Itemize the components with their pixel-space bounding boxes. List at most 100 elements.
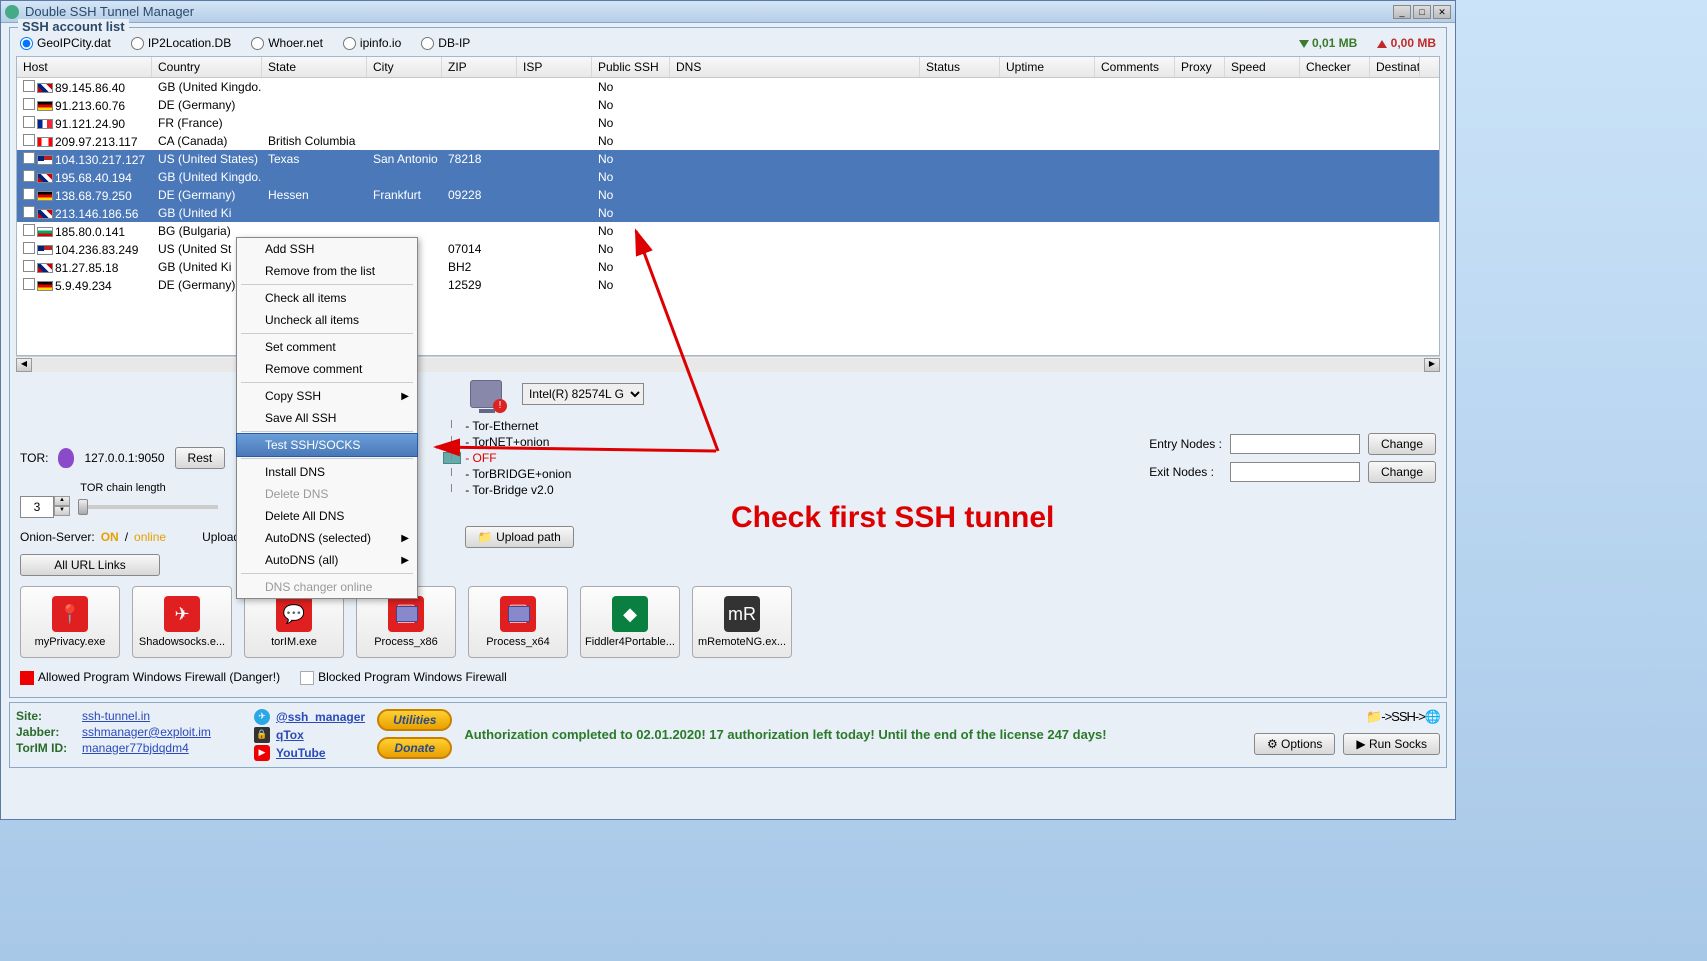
scroll-left-button[interactable]: ◀ bbox=[16, 358, 32, 372]
radio-dbip[interactable]: DB-IP bbox=[421, 36, 470, 50]
row-checkbox[interactable] bbox=[23, 278, 35, 290]
app-myprivacy-exe[interactable]: 📍myPrivacy.exe bbox=[20, 586, 120, 658]
menu-remove-comment[interactable]: Remove comment bbox=[237, 358, 417, 380]
app-process-x64[interactable]: 🖥Process_x64 bbox=[468, 586, 568, 658]
table-row[interactable]: 138.68.79.250DE (Germany)HessenFrankfurt… bbox=[17, 186, 1439, 204]
menu-save-all-ssh[interactable]: Save All SSH bbox=[237, 407, 417, 429]
radio-ipinfo[interactable]: ipinfo.io bbox=[343, 36, 401, 50]
tor-mode-off[interactable]: - OFF bbox=[445, 450, 625, 466]
torim-link[interactable]: manager77bjdqdm4 bbox=[82, 741, 242, 755]
menu-add-ssh[interactable]: Add SSH bbox=[237, 238, 417, 260]
row-checkbox[interactable] bbox=[23, 116, 35, 128]
row-checkbox[interactable] bbox=[23, 260, 35, 272]
column-comments[interactable]: Comments bbox=[1095, 57, 1175, 77]
column-proxy[interactable]: Proxy bbox=[1175, 57, 1225, 77]
chain-length-spinner[interactable]: ▲▼ bbox=[20, 496, 70, 518]
column-dns[interactable]: DNS bbox=[670, 57, 920, 77]
table-row[interactable]: 104.236.83.249US (United St07014No bbox=[17, 240, 1439, 258]
donate-button[interactable]: Donate bbox=[377, 737, 452, 759]
table-row[interactable]: 91.213.60.76DE (Germany)No bbox=[17, 96, 1439, 114]
close-button[interactable]: ✕ bbox=[1433, 5, 1451, 19]
tor-mode-list[interactable]: - Tor-Ethernet- TorNET+onion- OFF- TorBR… bbox=[445, 418, 625, 498]
tor-mode-tor-bridge-v2-0[interactable]: - Tor-Bridge v2.0 bbox=[445, 482, 625, 498]
column-status[interactable]: Status bbox=[920, 57, 1000, 77]
adapter-select[interactable]: Intel(R) 82574L G bbox=[522, 383, 644, 405]
column-city[interactable]: City bbox=[367, 57, 442, 77]
menu-copy-ssh[interactable]: Copy SSH▶ bbox=[237, 385, 417, 407]
row-checkbox[interactable] bbox=[23, 80, 35, 92]
jabber-link[interactable]: sshmanager@exploit.im bbox=[82, 725, 242, 739]
ssh-chain-icon: 📁->SSH->🌐 bbox=[1366, 709, 1440, 725]
app-fiddler4portable-[interactable]: ◆Fiddler4Portable... bbox=[580, 586, 680, 658]
column-country[interactable]: Country bbox=[152, 57, 262, 77]
menu-delete-all-dns[interactable]: Delete All DNS bbox=[237, 505, 417, 527]
chain-length-slider[interactable] bbox=[78, 505, 218, 509]
column-host[interactable]: Host bbox=[17, 57, 152, 77]
app-label: mRemoteNG.ex... bbox=[698, 636, 786, 648]
maximize-button[interactable]: □ bbox=[1413, 5, 1431, 19]
scroll-right-button[interactable]: ▶ bbox=[1424, 358, 1440, 372]
column-public-ssh[interactable]: Public SSH bbox=[592, 57, 670, 77]
options-button[interactable]: ⚙ Options bbox=[1254, 733, 1335, 755]
row-checkbox[interactable] bbox=[23, 170, 35, 182]
qtox-link[interactable]: qTox bbox=[276, 728, 304, 742]
table-row[interactable]: 209.97.213.117CA (Canada)British Columbi… bbox=[17, 132, 1439, 150]
flag-icon bbox=[37, 101, 53, 111]
table-row[interactable]: 81.27.85.18GB (United KiouthBH2No bbox=[17, 258, 1439, 276]
table-row[interactable]: 213.146.186.56GB (United KiNo bbox=[17, 204, 1439, 222]
row-checkbox[interactable] bbox=[23, 152, 35, 164]
column-state[interactable]: State bbox=[262, 57, 367, 77]
menu-remove-from-the-list[interactable]: Remove from the list bbox=[237, 260, 417, 282]
app-mremoteng-ex-[interactable]: mRmRemoteNG.ex... bbox=[692, 586, 792, 658]
tor-mode-torbridge-onion[interactable]: - TorBRIDGE+onion bbox=[445, 466, 625, 482]
column-checker[interactable]: Checker bbox=[1300, 57, 1370, 77]
column-uptime[interactable]: Uptime bbox=[1000, 57, 1095, 77]
minimize-button[interactable]: _ bbox=[1393, 5, 1411, 19]
table-row[interactable]: 185.80.0.141BG (Bulgaria)No bbox=[17, 222, 1439, 240]
telegram-link[interactable]: @ssh_manager bbox=[276, 710, 365, 724]
site-link[interactable]: ssh-tunnel.in bbox=[82, 709, 242, 723]
row-checkbox[interactable] bbox=[23, 224, 35, 236]
table-row[interactable]: 91.121.24.90FR (France)No bbox=[17, 114, 1439, 132]
menu-check-all-items[interactable]: Check all items bbox=[237, 287, 417, 309]
row-checkbox[interactable] bbox=[23, 98, 35, 110]
table-row[interactable]: 195.68.40.194GB (United Kingdo...No bbox=[17, 168, 1439, 186]
onion-status-on: ON bbox=[101, 530, 119, 544]
utilities-button[interactable]: Utilities bbox=[377, 709, 452, 731]
table-row[interactable]: 104.130.217.127US (United States)TexasSa… bbox=[17, 150, 1439, 168]
column-destinati[interactable]: Destinati bbox=[1370, 57, 1420, 77]
entry-nodes-input[interactable] bbox=[1230, 434, 1360, 454]
row-checkbox[interactable] bbox=[23, 206, 35, 218]
app-shadowsocks-e-[interactable]: ✈Shadowsocks.e... bbox=[132, 586, 232, 658]
exit-nodes-input[interactable] bbox=[1230, 462, 1360, 482]
horizontal-scrollbar[interactable]: ◀ ▶ bbox=[16, 356, 1440, 372]
row-checkbox[interactable] bbox=[23, 134, 35, 146]
entry-change-button[interactable]: Change bbox=[1368, 433, 1436, 455]
row-checkbox[interactable] bbox=[23, 188, 35, 200]
menu-uncheck-all-items[interactable]: Uncheck all items bbox=[237, 309, 417, 331]
row-checkbox[interactable] bbox=[23, 242, 35, 254]
flag-icon bbox=[37, 191, 53, 201]
radio-geoipcity[interactable]: GeoIPCity.dat bbox=[20, 36, 111, 50]
menu-install-dns[interactable]: Install DNS bbox=[237, 461, 417, 483]
column-speed[interactable]: Speed bbox=[1225, 57, 1300, 77]
exit-change-button[interactable]: Change bbox=[1368, 461, 1436, 483]
menu-test-ssh-socks[interactable]: Test SSH/SOCKS bbox=[236, 433, 418, 457]
upload-path-button[interactable]: 📁 Upload path bbox=[465, 526, 574, 548]
menu-autodns-all-[interactable]: AutoDNS (all)▶ bbox=[237, 549, 417, 571]
radio-whoer[interactable]: Whoer.net bbox=[251, 36, 323, 50]
run-socks-button[interactable]: ▶ Run Socks bbox=[1343, 733, 1440, 755]
menu-set-comment[interactable]: Set comment bbox=[237, 336, 417, 358]
radio-ip2location[interactable]: IP2Location.DB bbox=[131, 36, 231, 50]
youtube-link[interactable]: YouTube bbox=[276, 746, 326, 760]
table-row[interactable]: 5.9.49.234DE (Germany)12529No bbox=[17, 276, 1439, 294]
restart-tor-button[interactable]: Rest bbox=[175, 447, 226, 469]
tor-mode-tornet-onion[interactable]: - TorNET+onion bbox=[445, 434, 625, 450]
all-url-links-button[interactable]: All URL Links bbox=[20, 554, 160, 576]
menu-autodns-selected-[interactable]: AutoDNS (selected)▶ bbox=[237, 527, 417, 549]
table-row[interactable]: 89.145.86.40GB (United Kingdo...No bbox=[17, 78, 1439, 96]
onion-server-label: Onion-Server: bbox=[20, 530, 95, 544]
column-zip[interactable]: ZIP bbox=[442, 57, 517, 77]
tor-mode-tor-ethernet[interactable]: - Tor-Ethernet bbox=[445, 418, 625, 434]
column-isp[interactable]: ISP bbox=[517, 57, 592, 77]
